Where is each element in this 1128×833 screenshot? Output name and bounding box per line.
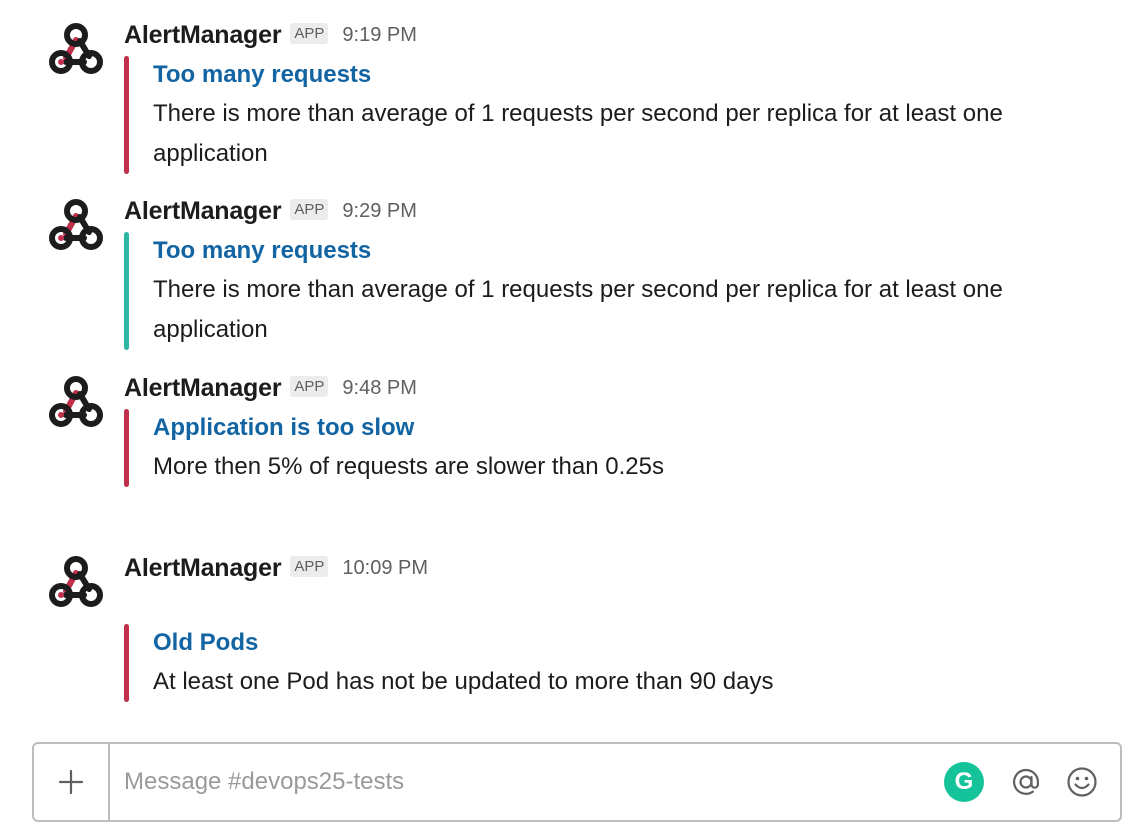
alert-attachment: Too many requests There is more than ave… (124, 56, 1073, 174)
slack-channel-view: AlertManager APP 9:19 PM Too many reques… (0, 0, 1128, 833)
attachment-text: There is more than average of 1 requests… (153, 276, 1003, 343)
webhook-icon[interactable] (44, 18, 108, 82)
attachment-color-bar (124, 232, 129, 350)
alert-attachment: Too many requests There is more than ave… (124, 232, 1073, 350)
attachment-title-link[interactable]: Too many requests (153, 56, 1073, 94)
app-badge: APP (290, 22, 329, 44)
timestamp[interactable]: 9:29 PM (342, 200, 416, 223)
at-mention-icon[interactable] (1008, 764, 1044, 800)
emoji-icon[interactable] (1064, 764, 1100, 800)
sender-name[interactable]: AlertManager (124, 374, 282, 403)
message-header: AlertManager APP 9:48 PM (124, 371, 417, 405)
attachment-title-link[interactable]: Old Pods (153, 624, 1073, 662)
attachment-text: There is more than average of 1 requests… (153, 100, 1003, 167)
attachment-text: More then 5% of requests are slower than… (153, 453, 664, 480)
attachment-color-bar (124, 624, 129, 702)
webhook-icon[interactable] (44, 371, 108, 435)
timestamp[interactable]: 9:48 PM (342, 377, 416, 400)
webhook-icon[interactable] (44, 194, 108, 258)
grammarly-letter: G (954, 768, 974, 795)
grammarly-icon[interactable]: G (944, 762, 984, 802)
message-header: AlertManager APP 9:19 PM (124, 18, 417, 52)
message-item: AlertManager APP 10:09 PM Old Pods At le… (0, 551, 1128, 711)
webhook-icon[interactable] (44, 551, 108, 615)
message-header: AlertManager APP 10:09 PM (124, 551, 428, 585)
attachment-title-link[interactable]: Too many requests (153, 232, 1073, 270)
app-badge: APP (290, 555, 329, 577)
attachment-text: At least one Pod has not be updated to m… (153, 668, 774, 695)
attachment-title-link[interactable]: Application is too slow (153, 409, 1073, 447)
app-badge: APP (290, 375, 329, 397)
timestamp[interactable]: 10:09 PM (342, 557, 428, 580)
plus-icon[interactable] (34, 744, 110, 820)
timestamp[interactable]: 9:19 PM (342, 24, 416, 47)
app-badge: APP (290, 198, 329, 220)
message-input[interactable] (110, 744, 944, 820)
message-item: AlertManager APP 9:48 PM Application is … (0, 371, 1128, 491)
sender-name[interactable]: AlertManager (124, 554, 282, 583)
alert-attachment: Old Pods At least one Pod has not be upd… (124, 624, 1073, 702)
message-composer: G (32, 742, 1122, 822)
alert-attachment: Application is too slow More then 5% of … (124, 409, 1073, 487)
message-header: AlertManager APP 9:29 PM (124, 194, 417, 228)
sender-name[interactable]: AlertManager (124, 197, 282, 226)
message-item: AlertManager APP 9:29 PM Too many reques… (0, 194, 1128, 354)
message-item: AlertManager APP 9:19 PM Too many reques… (0, 18, 1128, 178)
attachment-color-bar (124, 409, 129, 487)
attachment-color-bar (124, 56, 129, 174)
sender-name[interactable]: AlertManager (124, 21, 282, 50)
